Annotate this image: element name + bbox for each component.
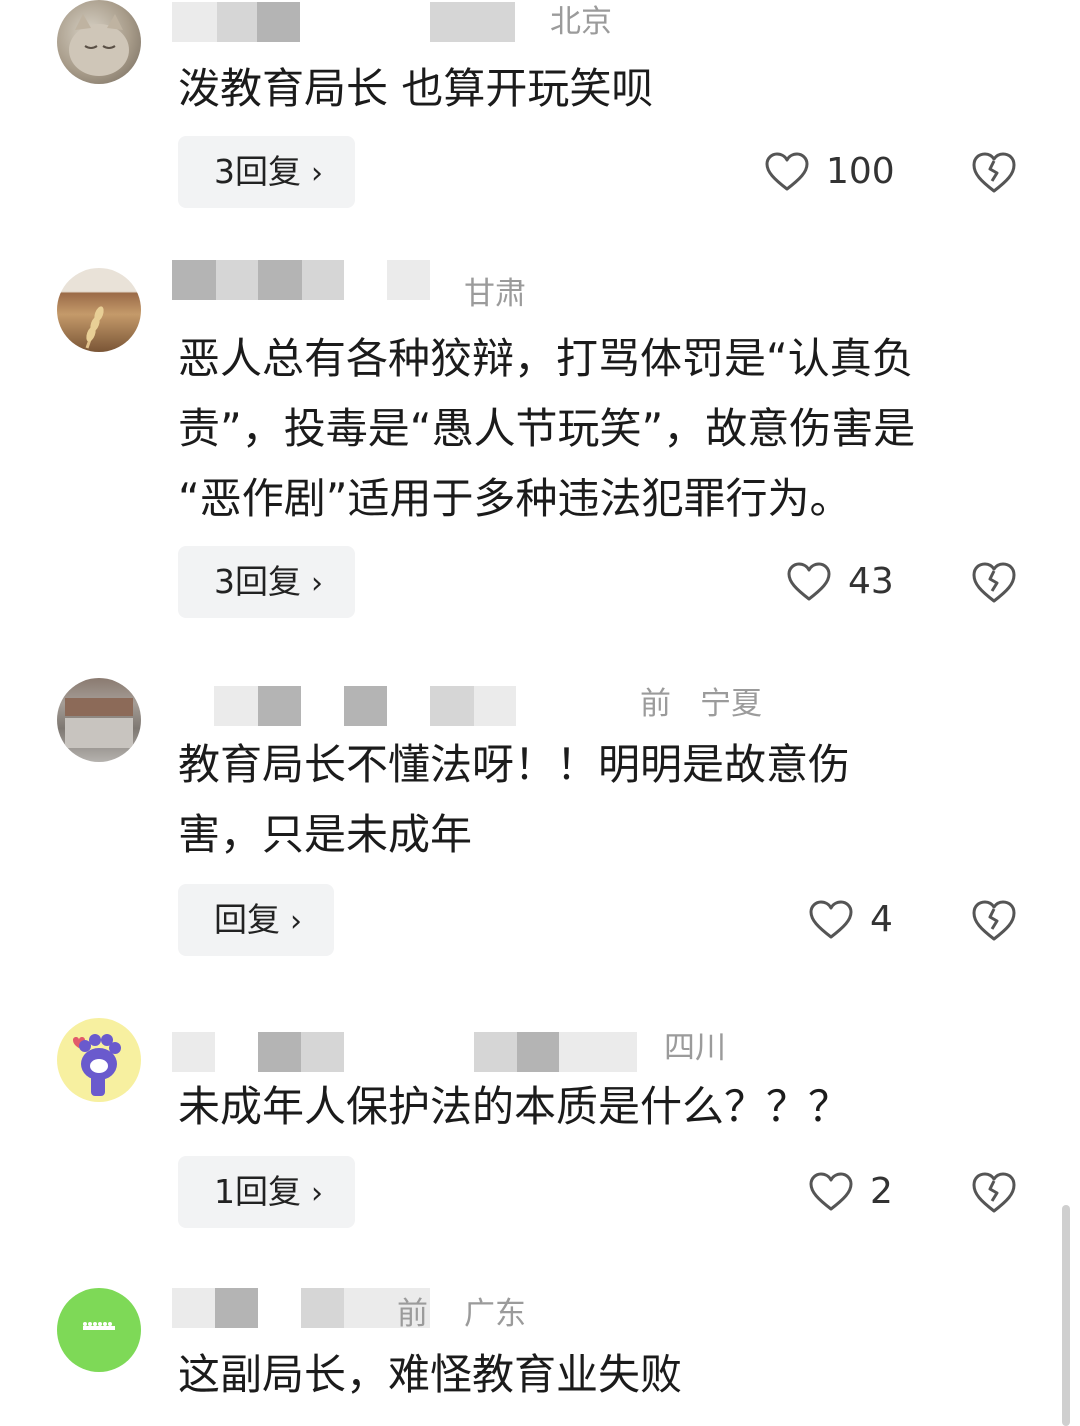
blurred-username xyxy=(258,686,301,726)
chevron-right-icon: › xyxy=(311,566,323,601)
comment-time: 前 xyxy=(397,1296,428,1332)
like-count: 100 xyxy=(826,151,895,192)
comment-text-line: 教育局长不懂法呀！！明明是故意伤 xyxy=(178,740,851,789)
paw-avatar-icon xyxy=(73,1034,121,1096)
blurred-username xyxy=(216,260,258,300)
scrollbar[interactable] xyxy=(1062,1205,1070,1426)
comment-text: 教育局长不懂法呀！！明明是故意伤 害，只是未成年 xyxy=(178,730,1028,870)
like-button[interactable]: 4 xyxy=(808,884,893,956)
comment-meta: 前 广东 xyxy=(172,1288,572,1332)
blurred-username xyxy=(215,1288,258,1328)
comment-text-line: 恶人总有各种狡辩，打骂体罚是“认真负 xyxy=(178,334,914,383)
like-count: 2 xyxy=(870,1171,893,1212)
blurred-username xyxy=(302,260,344,300)
avatar[interactable] xyxy=(57,1288,141,1372)
reply-label: 3回复 xyxy=(214,152,301,191)
broken-heart-icon[interactable] xyxy=(970,1169,1018,1215)
comment-region: 北京 xyxy=(550,4,612,40)
blurred-time xyxy=(474,1032,517,1072)
avatar[interactable] xyxy=(57,268,141,352)
like-button[interactable]: 2 xyxy=(808,1156,893,1228)
like-count: 43 xyxy=(848,561,894,602)
comment-time: 前 xyxy=(640,686,671,722)
comment-text: 恶人总有各种狡辩，打骂体罚是“认真负 责”，投毒是“愚人节玩笑”，故意伤害是 “… xyxy=(178,324,1028,534)
comment-meta: 北京 xyxy=(172,0,692,44)
green-avatar-icon xyxy=(83,1322,115,1330)
cat-avatar-icon xyxy=(69,14,129,76)
reply-button[interactable]: 1回复 › xyxy=(178,1156,355,1228)
like-count: 4 xyxy=(870,899,893,940)
comment-meta: 四川 xyxy=(172,1030,752,1076)
room-avatar-icon xyxy=(65,698,133,748)
avatar[interactable] xyxy=(57,1018,141,1102)
broken-heart-icon[interactable] xyxy=(970,149,1018,195)
blurred-time xyxy=(474,686,516,726)
comment-text-line: 泼教育局长 也算开玩笑呗 xyxy=(178,64,654,113)
blurred-username xyxy=(172,1288,215,1328)
broken-heart-icon[interactable] xyxy=(970,559,1018,605)
blurred-username xyxy=(172,260,216,300)
blurred-time xyxy=(559,1032,637,1072)
blurred-username xyxy=(258,260,302,300)
chevron-right-icon: › xyxy=(311,156,323,191)
comment-text-line: “恶作剧”适用于多种违法犯罪行为。 xyxy=(178,474,852,523)
like-button[interactable]: 100 xyxy=(764,136,895,208)
comment-text: 泼教育局长 也算开玩笑呗 xyxy=(178,54,1028,124)
comment-region: 甘肃 xyxy=(464,276,526,312)
reply-button[interactable]: 3回复 › xyxy=(178,546,355,618)
broken-heart-icon[interactable] xyxy=(970,897,1018,943)
blurred-username xyxy=(172,1032,215,1072)
chevron-right-icon: › xyxy=(290,904,302,939)
blurred-time xyxy=(517,1032,559,1072)
wheat-avatar-icon xyxy=(85,306,104,349)
comment-text-line: 这副局长，难怪教育业失败 xyxy=(178,1350,683,1399)
avatar[interactable] xyxy=(57,678,141,762)
blurred-time xyxy=(430,2,515,42)
comment-text-line: 害，只是未成年 xyxy=(178,810,473,859)
blurred-time xyxy=(301,1288,344,1328)
blurred-username xyxy=(301,1032,344,1072)
blurred-time xyxy=(387,260,430,300)
comment-meta: 甘肃 xyxy=(172,260,552,312)
comment-text: 这副局长，难怪教育业失败 xyxy=(178,1340,1028,1410)
comment-text: 未成年人保护法的本质是什么？？？ xyxy=(178,1072,1028,1142)
reply-label: 回复 xyxy=(214,900,280,939)
reply-button[interactable]: 回复 › xyxy=(178,884,334,956)
heart-outline-icon xyxy=(765,152,809,191)
comment-text-line: 责”，投毒是“愚人节玩笑”，故意伤害是 xyxy=(178,404,916,453)
comment-text-line: 未成年人保护法的本质是什么？？？ xyxy=(178,1082,851,1131)
heart-outline-icon xyxy=(809,1172,853,1211)
comment-region: 宁夏 xyxy=(700,686,762,722)
blurred-username xyxy=(214,686,258,726)
reply-label: 1回复 xyxy=(214,1172,301,1211)
avatar[interactable] xyxy=(57,0,141,84)
comment-meta: 前 宁夏 xyxy=(172,686,792,730)
heart-outline-icon xyxy=(809,900,853,939)
comment-region: 四川 xyxy=(664,1030,726,1066)
comment-region: 广东 xyxy=(464,1296,526,1332)
chevron-right-icon: › xyxy=(311,1176,323,1211)
heart-outline-icon xyxy=(787,562,831,601)
blurred-username xyxy=(430,686,474,726)
reply-button[interactable]: 3回复 › xyxy=(178,136,355,208)
like-button[interactable]: 43 xyxy=(786,546,894,618)
blurred-username xyxy=(217,2,257,42)
blurred-username xyxy=(344,686,387,726)
blurred-username xyxy=(258,1032,301,1072)
reply-label: 3回复 xyxy=(214,562,301,601)
blurred-username xyxy=(257,2,300,42)
